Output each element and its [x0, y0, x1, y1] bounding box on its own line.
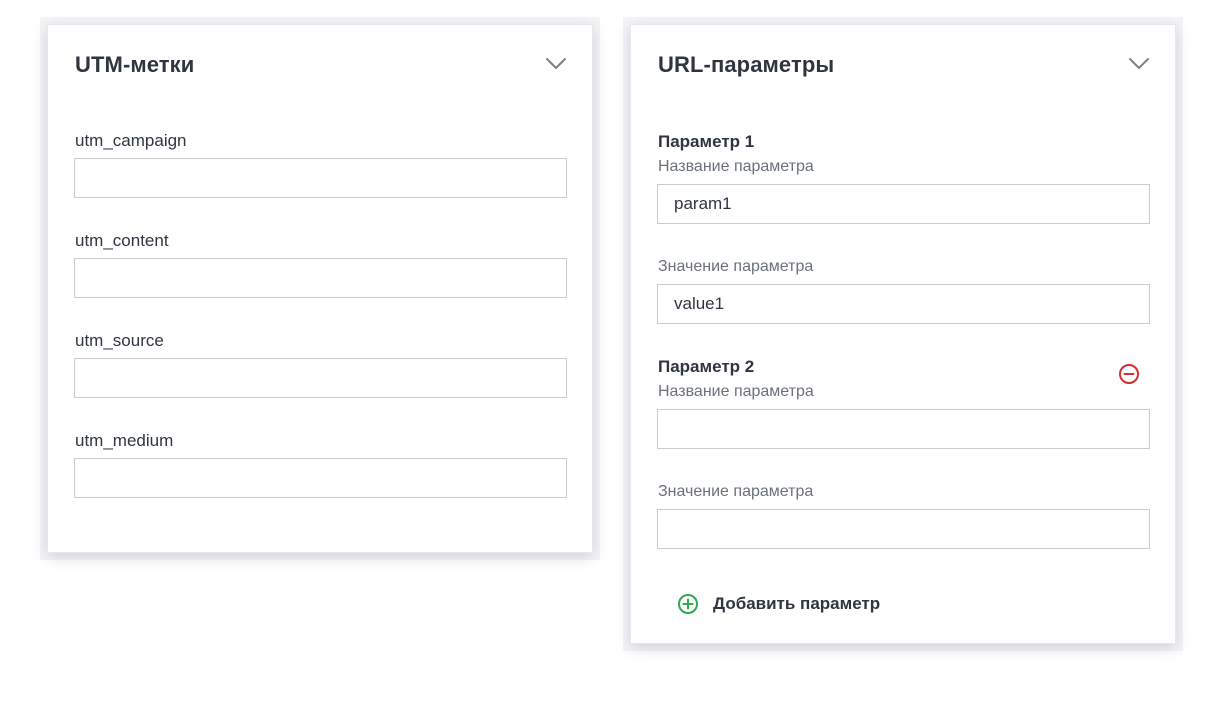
param-2-name-input[interactable] — [657, 409, 1150, 449]
param-2-title: Параметр 2 — [658, 357, 755, 376]
param-1-name-label: Название параметра — [658, 158, 814, 175]
chevron-down-icon[interactable] — [1128, 57, 1150, 71]
utm-medium-label: utm_medium — [75, 431, 174, 450]
utm-source-label: utm_source — [75, 331, 164, 350]
param-1-value-input[interactable] — [657, 284, 1150, 324]
utm-campaign-label: utm_campaign — [75, 131, 187, 150]
param-1-value-label: Значение параметра — [658, 258, 814, 275]
add-parameter-button[interactable]: Добавить параметр — [677, 593, 880, 615]
utm-content-input[interactable] — [74, 258, 567, 298]
url-params-card: URL-параметры Параметр 1 Название параме… — [630, 24, 1176, 644]
minus-circle-icon[interactable] — [1118, 363, 1140, 385]
chevron-down-icon[interactable] — [545, 57, 567, 71]
utm-content-label: utm_content — [75, 231, 169, 250]
param-2-value-label: Значение параметра — [658, 483, 814, 500]
param-1-title: Параметр 1 — [658, 132, 755, 151]
utm-campaign-input[interactable] — [74, 158, 567, 198]
param-1-name-input[interactable] — [657, 184, 1150, 224]
url-card-title: URL-параметры — [658, 52, 835, 77]
utm-medium-input[interactable] — [74, 458, 567, 498]
add-parameter-label: Добавить параметр — [713, 594, 881, 613]
utm-source-input[interactable] — [74, 358, 567, 398]
plus-circle-icon — [678, 594, 698, 614]
utm-card: UTM-метки utm_campaign utm_content utm_s… — [47, 24, 593, 553]
utm-card-title: UTM-метки — [75, 52, 195, 77]
param-2-value-input[interactable] — [657, 509, 1150, 549]
param-2-name-label: Название параметра — [658, 383, 814, 400]
